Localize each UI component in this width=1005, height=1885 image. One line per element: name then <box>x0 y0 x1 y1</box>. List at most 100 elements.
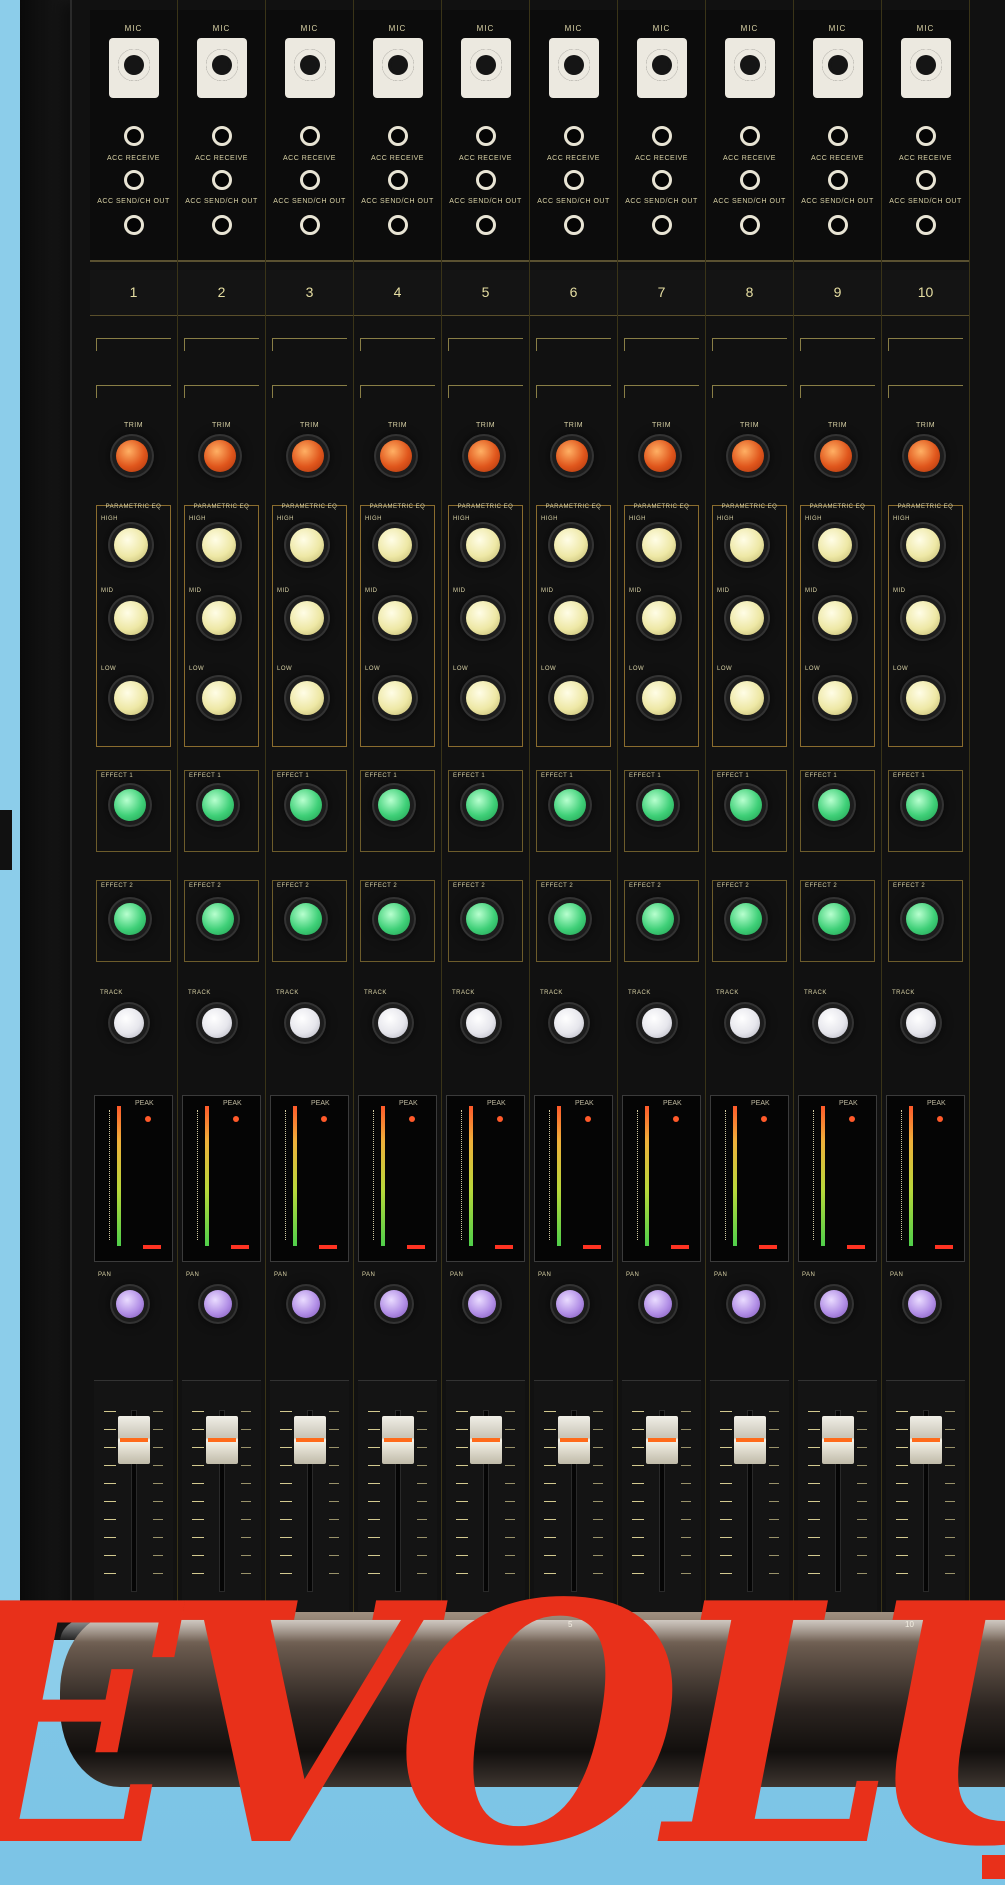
eq-mid-knob[interactable] <box>289 601 324 635</box>
send-jack-icon[interactable] <box>651 215 672 235</box>
send-jack-icon[interactable] <box>475 215 496 235</box>
effect1-knob[interactable] <box>553 789 586 821</box>
trim-knob[interactable] <box>555 440 588 472</box>
eq-low-knob[interactable] <box>289 681 324 715</box>
fader-cap-icon[interactable] <box>645 1416 678 1464</box>
effect2-knob[interactable] <box>113 903 146 935</box>
send-jack-icon[interactable] <box>915 215 936 235</box>
eq-high-knob[interactable] <box>377 528 412 562</box>
line-jack-icon[interactable] <box>563 126 584 146</box>
effect1-knob[interactable] <box>641 789 674 821</box>
pan-knob[interactable] <box>907 1290 936 1318</box>
line-jack-icon[interactable] <box>299 126 320 146</box>
pan-knob[interactable] <box>555 1290 584 1318</box>
track-knob[interactable] <box>729 1008 760 1038</box>
input-select-switch[interactable] <box>360 338 435 351</box>
trim-knob[interactable] <box>379 440 412 472</box>
trim-knob[interactable] <box>731 440 764 472</box>
fader-cap-icon[interactable] <box>469 1416 502 1464</box>
xlr-input-icon[interactable] <box>108 38 159 98</box>
send-jack-icon[interactable] <box>827 215 848 235</box>
xlr-input-icon[interactable] <box>372 38 423 98</box>
trim-knob[interactable] <box>643 440 676 472</box>
effect1-knob[interactable] <box>729 789 762 821</box>
xlr-input-icon[interactable] <box>812 38 863 98</box>
pad-switch[interactable] <box>624 385 699 398</box>
send-jack-icon[interactable] <box>123 215 144 235</box>
send-jack-icon[interactable] <box>211 215 232 235</box>
send-jack-icon[interactable] <box>563 215 584 235</box>
pad-switch[interactable] <box>536 385 611 398</box>
send-jack-icon[interactable] <box>739 215 760 235</box>
receive-jack-icon[interactable] <box>475 170 496 190</box>
track-knob[interactable] <box>465 1008 496 1038</box>
input-select-switch[interactable] <box>712 338 787 351</box>
trim-knob[interactable] <box>467 440 500 472</box>
effect1-knob[interactable] <box>289 789 322 821</box>
pan-knob[interactable] <box>115 1290 144 1318</box>
effect2-knob[interactable] <box>729 903 762 935</box>
xlr-input-icon[interactable] <box>900 38 951 98</box>
eq-mid-knob[interactable] <box>553 601 588 635</box>
line-jack-icon[interactable] <box>387 126 408 146</box>
eq-high-knob[interactable] <box>201 528 236 562</box>
eq-low-knob[interactable] <box>817 681 852 715</box>
eq-mid-knob[interactable] <box>377 601 412 635</box>
receive-jack-icon[interactable] <box>563 170 584 190</box>
track-knob[interactable] <box>201 1008 232 1038</box>
receive-jack-icon[interactable] <box>651 170 672 190</box>
fader-cap-icon[interactable] <box>205 1416 238 1464</box>
eq-mid-knob[interactable] <box>905 601 940 635</box>
pan-knob[interactable] <box>643 1290 672 1318</box>
effect1-knob[interactable] <box>113 789 146 821</box>
fader-cap-icon[interactable] <box>117 1416 150 1464</box>
eq-high-knob[interactable] <box>817 528 852 562</box>
pad-switch[interactable] <box>184 385 259 398</box>
eq-low-knob[interactable] <box>641 681 676 715</box>
input-select-switch[interactable] <box>184 338 259 351</box>
track-knob[interactable] <box>817 1008 848 1038</box>
xlr-input-icon[interactable] <box>548 38 599 98</box>
fader-cap-icon[interactable] <box>733 1416 766 1464</box>
eq-mid-knob[interactable] <box>641 601 676 635</box>
xlr-input-icon[interactable] <box>284 38 335 98</box>
receive-jack-icon[interactable] <box>211 170 232 190</box>
input-select-switch[interactable] <box>96 338 171 351</box>
xlr-input-icon[interactable] <box>636 38 687 98</box>
track-knob[interactable] <box>553 1008 584 1038</box>
receive-jack-icon[interactable] <box>123 170 144 190</box>
trim-knob[interactable] <box>291 440 324 472</box>
eq-low-knob[interactable] <box>201 681 236 715</box>
effect1-knob[interactable] <box>377 789 410 821</box>
fader-cap-icon[interactable] <box>293 1416 326 1464</box>
pad-switch[interactable] <box>800 385 875 398</box>
receive-jack-icon[interactable] <box>827 170 848 190</box>
eq-mid-knob[interactable] <box>817 601 852 635</box>
send-jack-icon[interactable] <box>299 215 320 235</box>
receive-jack-icon[interactable] <box>739 170 760 190</box>
effect2-knob[interactable] <box>905 903 938 935</box>
track-knob[interactable] <box>905 1008 936 1038</box>
eq-low-knob[interactable] <box>729 681 764 715</box>
input-select-switch[interactable] <box>888 338 963 351</box>
eq-mid-knob[interactable] <box>113 601 148 635</box>
line-jack-icon[interactable] <box>827 126 848 146</box>
effect1-knob[interactable] <box>201 789 234 821</box>
line-jack-icon[interactable] <box>211 126 232 146</box>
input-select-switch[interactable] <box>272 338 347 351</box>
pan-knob[interactable] <box>203 1290 232 1318</box>
fader-cap-icon[interactable] <box>381 1416 414 1464</box>
pad-switch[interactable] <box>448 385 523 398</box>
eq-low-knob[interactable] <box>377 681 412 715</box>
track-knob[interactable] <box>113 1008 144 1038</box>
receive-jack-icon[interactable] <box>299 170 320 190</box>
eq-high-knob[interactable] <box>289 528 324 562</box>
pan-knob[interactable] <box>819 1290 848 1318</box>
track-knob[interactable] <box>289 1008 320 1038</box>
pad-switch[interactable] <box>712 385 787 398</box>
fader-cap-icon[interactable] <box>557 1416 590 1464</box>
eq-mid-knob[interactable] <box>729 601 764 635</box>
effect2-knob[interactable] <box>289 903 322 935</box>
eq-low-knob[interactable] <box>465 681 500 715</box>
xlr-input-icon[interactable] <box>460 38 511 98</box>
